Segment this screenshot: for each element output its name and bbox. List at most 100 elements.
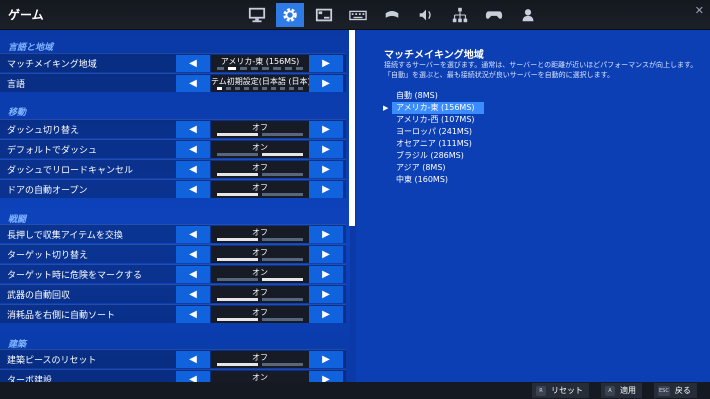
scrollbar[interactable]: [349, 30, 355, 226]
close-icon[interactable]: ✕: [695, 4, 704, 17]
value-box: オン: [211, 141, 309, 158]
row-language[interactable]: 言語 ◀ テム初期設定(日本語 (日本)) ▶: [0, 73, 346, 92]
value-box: テム初期設定(日本語 (日本)): [211, 75, 309, 92]
prev-arrow-button[interactable]: ◀: [176, 141, 210, 158]
row-sprint-cancel-reload[interactable]: ダッシュでリロードキャンセル ◀ オフ ▶: [0, 159, 346, 178]
apply-label: 適用: [620, 386, 636, 395]
hud-icon: [315, 8, 333, 22]
value-text: オフ: [252, 183, 268, 192]
region-option[interactable]: アメリカ-西 (107MS): [392, 114, 475, 126]
selection-caret-icon: ▶: [383, 104, 389, 112]
back-button[interactable]: ESC 戻る: [654, 383, 697, 398]
row-label: ターゲット切り替え: [7, 251, 89, 261]
section-movement: 移動: [8, 108, 27, 118]
next-arrow-button[interactable]: ▶: [309, 306, 343, 323]
next-arrow-button[interactable]: ▶: [309, 55, 343, 72]
page-title: ゲーム: [8, 8, 44, 22]
region-option[interactable]: アジア (8MS): [392, 162, 446, 174]
tab-gamepad[interactable]: [480, 3, 508, 27]
prev-arrow-button[interactable]: ◀: [176, 306, 210, 323]
row-sprint-toggle[interactable]: ダッシュ切り替え ◀ オフ ▶: [0, 119, 346, 138]
next-arrow-button[interactable]: ▶: [309, 141, 343, 158]
row-sprint-default[interactable]: デフォルトでダッシュ ◀ オン ▶: [0, 139, 346, 158]
prev-arrow-button[interactable]: ◀: [176, 75, 210, 92]
value-box: オフ: [211, 286, 309, 303]
row-label: 消耗品を右側に自動ソート: [7, 311, 116, 321]
controller-swap-icon: [385, 10, 399, 18]
row-label: 武器の自動回収: [7, 291, 71, 301]
value-text: アメリカ-東 (156MS): [220, 57, 300, 66]
prev-arrow-button[interactable]: ◀: [176, 226, 210, 243]
value-box: オフ: [211, 246, 309, 263]
toggle-bar: [217, 153, 303, 156]
tab-hud[interactable]: [310, 3, 338, 27]
region-option[interactable]: オセアニア (111MS): [392, 138, 472, 150]
tab-controller-swap[interactable]: [378, 3, 406, 27]
key-hint-icon: A: [605, 385, 615, 396]
row-toggle-targeting[interactable]: ターゲット切り替え ◀ オフ ▶: [0, 244, 346, 263]
settings-list: 言語と地域 マッチメイキング地域 ◀ アメリカ-東 (156MS) ▶ 言語 ◀…: [0, 30, 350, 382]
value-box: オフ: [211, 161, 309, 178]
next-arrow-button[interactable]: ▶: [309, 161, 343, 178]
value-text: オフ: [252, 308, 268, 317]
apply-button[interactable]: A 適用: [601, 383, 642, 398]
region-option[interactable]: ヨーロッパ (241MS): [392, 126, 472, 138]
account-icon: [522, 9, 534, 22]
detail-panel: マッチメイキング地域 接続するサーバーを選びます。通常は、サーバーとの距離が近い…: [356, 30, 710, 382]
row-turbo-build[interactable]: ターボ建設 ◀ オン ▶: [0, 369, 346, 382]
next-arrow-button[interactable]: ▶: [309, 75, 343, 92]
next-arrow-button[interactable]: ▶: [309, 351, 343, 368]
tab-keyboard[interactable]: [344, 3, 372, 27]
prev-arrow-button[interactable]: ◀: [176, 55, 210, 72]
value-box: オフ: [211, 351, 309, 368]
tab-game[interactable]: [276, 3, 304, 27]
toggle-bar: [217, 238, 303, 241]
toggle-bar: [217, 363, 303, 366]
tab-account[interactable]: [514, 3, 542, 27]
gamepad-icon: [485, 11, 503, 19]
value-text: オフ: [252, 228, 268, 237]
prev-arrow-button[interactable]: ◀: [176, 371, 210, 382]
next-arrow-button[interactable]: ▶: [309, 371, 343, 382]
value-text: オン: [252, 143, 268, 152]
row-hold-to-swap[interactable]: 長押しで収集アイテムを交換 ◀ オフ ▶: [0, 224, 346, 243]
row-reset-build[interactable]: 建築ピースのリセット ◀ オフ ▶: [0, 349, 346, 368]
row-matchmaking-region[interactable]: マッチメイキング地域 ◀ アメリカ-東 (156MS) ▶: [0, 53, 346, 72]
key-hint-icon: ESC: [658, 385, 670, 396]
next-arrow-button[interactable]: ▶: [309, 286, 343, 303]
toggle-bar: [217, 278, 303, 281]
prev-arrow-button[interactable]: ◀: [176, 121, 210, 138]
region-option[interactable]: ブラジル (286MS): [392, 150, 464, 162]
row-auto-sort[interactable]: 消耗品を右側に自動ソート ◀ オフ ▶: [0, 304, 346, 323]
prev-arrow-button[interactable]: ◀: [176, 351, 210, 368]
value-text: オン: [252, 268, 268, 277]
toggle-bar: [217, 133, 303, 136]
gear-icon: [283, 8, 297, 22]
next-arrow-button[interactable]: ▶: [309, 246, 343, 263]
row-mark-danger[interactable]: ターゲット時に危険をマークする ◀ オン ▶: [0, 264, 346, 283]
reset-button[interactable]: R リセット: [532, 383, 589, 398]
tab-audio[interactable]: [412, 3, 440, 27]
prev-arrow-button[interactable]: ◀: [176, 286, 210, 303]
next-arrow-button[interactable]: ▶: [309, 226, 343, 243]
next-arrow-button[interactable]: ▶: [309, 121, 343, 138]
section-region: 言語と地域: [8, 43, 54, 53]
row-auto-pickup[interactable]: 武器の自動回収 ◀ オフ ▶: [0, 284, 346, 303]
prev-arrow-button[interactable]: ◀: [176, 266, 210, 283]
prev-arrow-button[interactable]: ◀: [176, 181, 210, 198]
row-auto-open-doors[interactable]: ドアの自動オープン ◀ オフ ▶: [0, 179, 346, 198]
region-option[interactable]: 中東 (160MS): [392, 174, 448, 186]
speaker-icon: [419, 9, 431, 21]
toggle-bar: [217, 318, 303, 321]
key-hint-icon: R: [536, 385, 546, 396]
next-arrow-button[interactable]: ▶: [309, 181, 343, 198]
prev-arrow-button[interactable]: ◀: [176, 246, 210, 263]
tab-network[interactable]: [446, 3, 474, 27]
prev-arrow-button[interactable]: ◀: [176, 161, 210, 178]
next-arrow-button[interactable]: ▶: [309, 266, 343, 283]
bottom-bar: R リセット A 適用 ESC 戻る: [0, 382, 710, 399]
region-option[interactable]: 自動 (8MS): [392, 90, 438, 102]
tab-video[interactable]: [243, 3, 271, 27]
region-option-selected[interactable]: ▶ アメリカ-東 (156MS): [383, 102, 484, 114]
row-label: 建築ピースのリセット: [7, 356, 97, 366]
